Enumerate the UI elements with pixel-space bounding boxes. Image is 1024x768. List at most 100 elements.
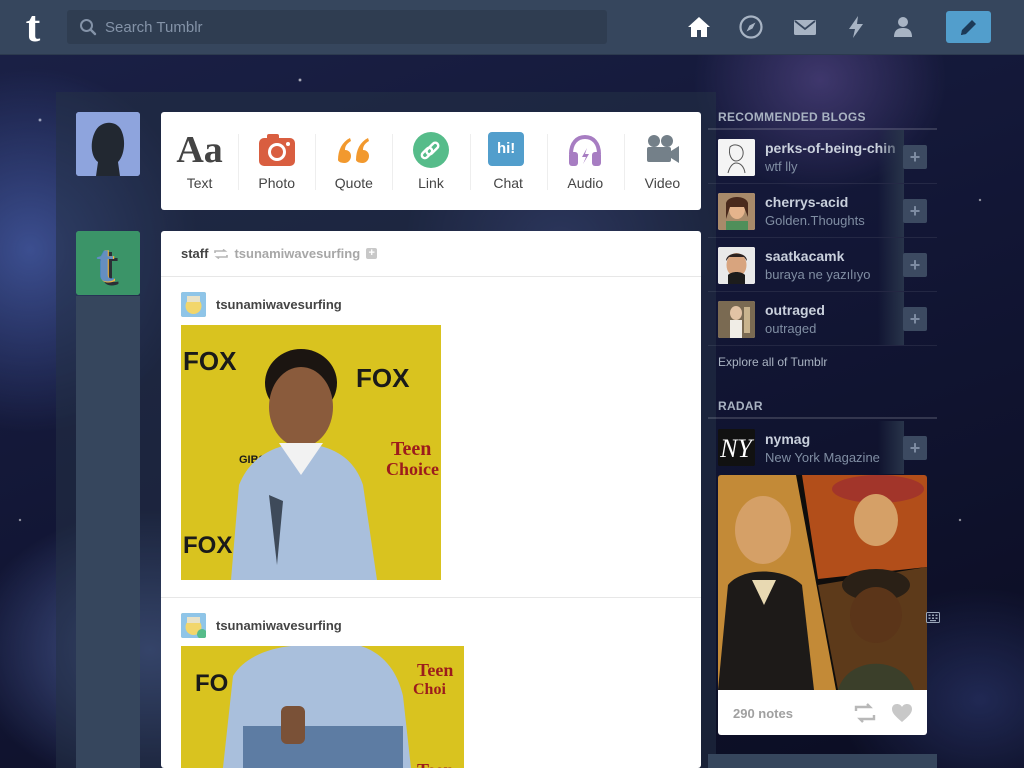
text-fade [878, 421, 904, 474]
new-link-post-button[interactable]: Link [392, 112, 469, 210]
photo-avatar-icon [718, 301, 755, 338]
text-aa-icon: Aa [176, 129, 223, 171]
section-divider [708, 417, 937, 419]
blog-avatar[interactable] [718, 139, 755, 176]
account-person-icon[interactable] [890, 14, 916, 40]
notes-count[interactable]: 290 notes [733, 706, 793, 721]
post-avatar-rail [76, 296, 140, 768]
post-author-link[interactable]: staff [181, 246, 208, 261]
radar-blog-row[interactable]: NY nymag New York Magazine + [708, 421, 937, 475]
new-text-post-button[interactable]: Aa Text [161, 112, 238, 210]
sketch-avatar-icon [718, 139, 755, 176]
post-photo[interactable]: FOX FOX FOX Teen Choice GIBSON [181, 325, 441, 580]
silhouette-avatar-icon [76, 112, 140, 176]
explore-compass-icon[interactable] [738, 14, 764, 40]
reblogged-from-link[interactable]: tsunamiwavesurfing [234, 246, 360, 261]
user-avatar[interactable] [76, 112, 140, 176]
activity-lightning-icon[interactable] [843, 14, 869, 40]
svg-text:FO: FO [195, 670, 228, 697]
post-type-label: Video [644, 175, 681, 191]
trail-avatar[interactable] [181, 292, 206, 317]
pencil-icon [961, 20, 976, 35]
recommended-blog-row[interactable]: saatkacamk buraya ne yazılıyo + [708, 238, 937, 292]
new-quote-post-button[interactable]: Quote [315, 112, 392, 210]
tumblr-logo[interactable]: t [17, 5, 49, 49]
follow-blog-button[interactable]: + [903, 199, 927, 223]
post-type-label: Text [186, 175, 213, 191]
cartoon-avatar-icon [181, 613, 206, 638]
top-navigation-bar: t [0, 0, 1024, 55]
keyboard-shortcuts-icon[interactable] [926, 612, 940, 623]
home-icon[interactable] [686, 14, 712, 40]
new-video-post-button[interactable]: Video [623, 112, 701, 210]
search-icon [80, 19, 97, 36]
post-type-label: Chat [493, 175, 523, 191]
compose-button[interactable] [946, 11, 991, 43]
radar-heading: RADAR [718, 399, 763, 413]
new-york-magazine-logo-icon: NY [718, 429, 755, 466]
svg-text:NY: NY [719, 434, 754, 463]
headphones-icon [569, 134, 602, 166]
post-type-composer: Aa Text Photo Quote Link hi! Chat Audio … [161, 112, 701, 210]
tv-characters-collage-image [718, 475, 927, 690]
tumblr-staff-logo-icon: t t t [76, 231, 140, 295]
chat-icon: hi! [488, 132, 525, 166]
post-type-label: Audio [567, 175, 604, 191]
camera-icon [258, 134, 295, 166]
search-input[interactable] [105, 10, 595, 44]
recommended-blog-row[interactable]: outraged outraged + [708, 292, 937, 346]
text-fade [878, 292, 904, 345]
cartoon-avatar-icon [181, 292, 206, 317]
trail-avatar[interactable] [181, 613, 206, 638]
post-type-label: Quote [334, 175, 373, 191]
sidebar-bottom-panel [708, 754, 937, 768]
follow-blog-button[interactable]: + [903, 307, 927, 331]
dashboard-post: staff tsunamiwavesurfing + tsunamiwavesu… [161, 231, 701, 768]
svg-text:Choi: Choi [413, 681, 446, 698]
photo-avatar-icon [718, 247, 755, 284]
radar-post-card[interactable]: 290 notes [718, 475, 927, 735]
new-chat-post-button[interactable]: hi! Chat [469, 112, 547, 210]
blog-avatar[interactable]: NY [718, 429, 755, 466]
blog-avatar[interactable] [718, 247, 755, 284]
recommended-blogs-heading: RECOMMENDED BLOGS [718, 110, 866, 124]
explore-all-link[interactable]: Explore all of Tumblr [718, 355, 827, 369]
blog-avatar[interactable] [718, 301, 755, 338]
post-type-label: Link [418, 175, 444, 191]
celebrity-photo-image: FOX FOX FOX Teen Choice GIBSON [181, 325, 441, 580]
recommended-blog-row[interactable]: perks-of-being-chin wtf lly + [708, 130, 937, 184]
post-photo[interactable]: FO Teen Choi Teen [181, 646, 464, 768]
svg-text:Choice: Choice [386, 459, 439, 479]
link-icon [412, 132, 449, 168]
blog-avatar[interactable] [718, 193, 755, 230]
text-fade [878, 238, 904, 291]
text-fade [878, 184, 904, 237]
svg-text:FOX: FOX [183, 346, 237, 376]
follow-blog-button[interactable]: + [903, 145, 927, 169]
celebrity-photo-image: FO Teen Choi Teen [181, 646, 464, 768]
recommended-blog-row[interactable]: cherrys-acid Golden.Thoughts + [708, 184, 937, 238]
reblog-icon [214, 248, 229, 259]
post-header: staff tsunamiwavesurfing + [161, 231, 701, 277]
svg-text:Teen: Teen [391, 438, 431, 460]
follow-plus-button[interactable]: + [366, 248, 378, 259]
svg-text:FOX: FOX [183, 532, 232, 559]
search-box[interactable] [67, 10, 607, 44]
radar-post-image[interactable] [718, 475, 927, 690]
follow-blog-button[interactable]: + [903, 436, 927, 460]
sidebar: RECOMMENDED BLOGS perks-of-being-chin wt… [708, 92, 937, 768]
reblog-icon[interactable] [854, 703, 876, 723]
trail-username[interactable]: tsunamiwavesurfing [216, 618, 342, 633]
follow-blog-button[interactable]: + [903, 253, 927, 277]
svg-text:FOX: FOX [356, 363, 410, 393]
staff-avatar[interactable]: t t t [76, 231, 140, 295]
messages-mail-icon[interactable] [792, 14, 818, 40]
quote-icon [337, 138, 369, 163]
video-camera-icon [647, 135, 680, 163]
trail-username[interactable]: tsunamiwavesurfing [216, 297, 342, 312]
heart-like-icon[interactable] [891, 703, 913, 723]
new-audio-post-button[interactable]: Audio [546, 112, 624, 210]
photo-avatar-icon [718, 193, 755, 230]
svg-text:Teen: Teen [417, 660, 453, 680]
new-photo-post-button[interactable]: Photo [238, 112, 315, 210]
